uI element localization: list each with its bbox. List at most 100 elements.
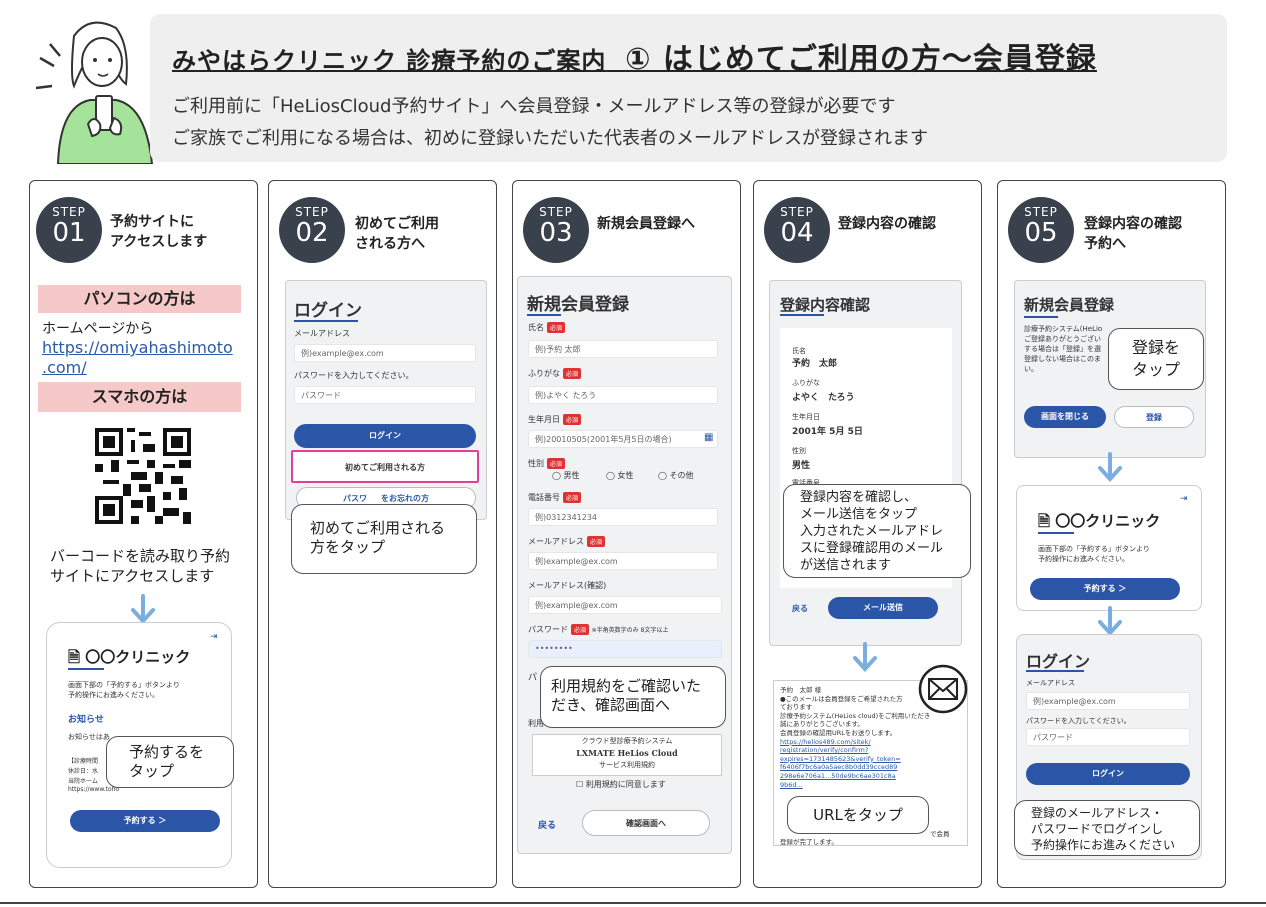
- confirm-underline: [780, 314, 824, 316]
- homepage-url: https://www.toho: [68, 786, 120, 793]
- reserve-button[interactable]: 予約する ＞: [70, 810, 220, 832]
- logout-icon[interactable]: ⇥: [1180, 494, 1188, 504]
- kana-input[interactable]: 例)よやく たろう: [528, 386, 718, 404]
- login-heading: ログイン: [294, 301, 362, 321]
- name-value: 予約 太郎: [792, 359, 838, 369]
- step5-register-callout: 登録を タップ: [1108, 328, 1204, 390]
- first-time-button[interactable]: 初めてご利用される方: [291, 450, 479, 483]
- qr-code[interactable]: [95, 428, 191, 524]
- woman-with-phone-illustration: [35, 21, 154, 164]
- mail-input[interactable]: 例)example@ex.com: [528, 552, 718, 570]
- notice-text: お知らせはあ: [68, 733, 110, 741]
- logout-icon[interactable]: ⇥: [210, 632, 218, 642]
- header-line-2: ご家族でご利用になる場合は、初めに登録いただいた代表者のメールアドレスが登録され…: [172, 128, 928, 149]
- reserve-button[interactable]: 予約する ＞: [1030, 578, 1180, 600]
- password-confirm-label: パ: [528, 673, 538, 683]
- kana-label: ふりがな: [792, 379, 820, 387]
- step4-url-callout: URLをタップ: [787, 796, 929, 834]
- register-button[interactable]: 登録: [1114, 406, 1194, 428]
- mail-label: メールアドレス: [294, 329, 350, 338]
- notice-heading: お知らせ: [68, 715, 104, 725]
- mail-label: メールアドレス 必須: [528, 536, 606, 547]
- clinic-underline: [68, 668, 104, 670]
- mail-label: メールアドレス: [1026, 679, 1075, 687]
- hours-text: 【診療時間: [68, 758, 99, 765]
- page-title: みやはらクリニック 診療予約のご案内 ① はじめてご利用の方～会員登録: [172, 42, 1097, 77]
- mail-confirm-label: メールアドレス(確認): [528, 581, 607, 590]
- arrow-down-icon: [131, 594, 155, 624]
- mail-input[interactable]: 例)example@ex.com: [294, 344, 476, 362]
- register-heading: 新規会員登録: [1024, 296, 1115, 314]
- password-input[interactable]: パスワード: [294, 386, 476, 404]
- confirm-button[interactable]: 確認画面へ: [582, 810, 710, 836]
- step1-title: 予約サイトに アクセスします: [110, 214, 208, 250]
- login-underline: [294, 320, 358, 322]
- sex-female-radio[interactable]: ◯ 女性: [606, 470, 634, 481]
- site-url-line-2[interactable]: .com/: [42, 358, 87, 377]
- password-input[interactable]: パスワード: [1026, 728, 1190, 746]
- holiday-text: 休診日：水: [68, 768, 99, 775]
- login-button[interactable]: ログイン: [1026, 763, 1190, 785]
- back-link[interactable]: 戻る: [538, 818, 556, 831]
- password-input[interactable]: ••••••••: [528, 640, 722, 658]
- email-tail: で会員: [930, 830, 950, 838]
- step3-title: 新規会員登録へ: [597, 216, 695, 232]
- step2-badge: STEP 02: [279, 197, 345, 263]
- login-underline: [1026, 670, 1084, 672]
- envelope-icon: [918, 664, 968, 714]
- register-underline: [1024, 316, 1058, 318]
- kana-value: よやく たろう: [792, 393, 855, 403]
- birth-label: 生年月日 必須: [528, 414, 582, 425]
- step5-badge: STEP 05: [1008, 197, 1074, 263]
- sex-other-radio[interactable]: ◯ その他: [658, 470, 694, 481]
- sex-value: 男性: [792, 461, 811, 471]
- step2-callout: 初めてご利用される 方をタップ: [291, 504, 477, 574]
- step3-callout: 利用規約をご確認いた だき、確認画面へ: [540, 666, 726, 728]
- name-input[interactable]: 例)予約 太郎: [528, 340, 718, 358]
- password-label: パスワードを入力してください。: [294, 371, 414, 380]
- birth-value: 2001年 5月 5日: [792, 427, 863, 437]
- arrow-down-icon: [1098, 606, 1122, 636]
- sex-male-radio[interactable]: ◯ 男性: [552, 470, 580, 481]
- clinic-desc: 画面下部の「予約する」ボタンより 予約操作にお進みください。: [1038, 545, 1150, 563]
- confirm-heading: 登録内容確認: [780, 296, 871, 314]
- step1-badge: STEP 01: [36, 197, 102, 263]
- step4-title: 登録内容の確認: [838, 216, 936, 232]
- arrow-down-icon: [1098, 452, 1122, 482]
- terms-box[interactable]: クラウド型診療予約システム LXMATE HeLios Cloud サービス利用規約: [532, 734, 722, 776]
- email-tail-2: 登録が完了します。: [780, 838, 838, 846]
- pc-text: ホームページから: [42, 321, 154, 337]
- header-line-1: ご利用前に「HeLiosCloud予約サイト」へ会員登録・メールアドレス等の登録…: [172, 96, 896, 117]
- confirm-url[interactable]: https://helios489.com/sitek/ registratio…: [780, 738, 966, 790]
- qr-instruction: バーコードを読み取り予約 サイトにアクセスします: [50, 547, 231, 585]
- homepage-text: 当院ホーム: [68, 778, 98, 785]
- name-label: 氏名 必須: [528, 322, 566, 333]
- sp-heading: スマホの方は: [38, 382, 241, 412]
- step5-login-callout: 登録のメールアドレス・ パスワードでログインし 予約操作にお進みください: [1014, 800, 1200, 856]
- login-button[interactable]: ログイン: [294, 424, 476, 448]
- name-label: 氏名: [792, 347, 806, 355]
- birth-input[interactable]: 例)20010505(2001年5月5日の場合): [528, 430, 718, 448]
- mail-input[interactable]: 例)example@ex.com: [1026, 692, 1190, 710]
- password-label: パスワードを入力してください。: [1026, 717, 1131, 725]
- agree-checkbox[interactable]: ☐ 利用規約に同意します: [576, 779, 666, 790]
- kana-label: ふりがな 必須: [528, 368, 582, 379]
- step2-title: 初めてご利用 される方へ: [355, 216, 439, 252]
- calendar-icon[interactable]: ▦: [704, 432, 713, 443]
- step5-title: 登録内容の確認 予約へ: [1084, 216, 1182, 252]
- step1-callout: 予約するを タップ: [106, 736, 234, 788]
- back-link[interactable]: 戻る: [792, 603, 808, 614]
- close-screen-button[interactable]: 画面を閉じる: [1024, 406, 1106, 428]
- sex-label: 性別 必須: [528, 458, 566, 469]
- bottom-rule: [0, 902, 1266, 904]
- step3-badge: STEP 03: [523, 197, 589, 263]
- mail-confirm-input[interactable]: 例)example@ex.com: [528, 596, 722, 614]
- tel-input[interactable]: 例)0312341234: [528, 508, 718, 526]
- login-heading: ログイン: [1026, 652, 1091, 671]
- password-label: パスワード 必須 ※半角英数字のみ 8文字以上: [528, 624, 669, 635]
- birth-label: 生年月日: [792, 413, 820, 421]
- send-mail-button[interactable]: メール送信: [828, 597, 938, 619]
- site-url-line-1[interactable]: https://omiyahashimoto: [42, 338, 233, 357]
- register-text: 診療予約システム(HeLio ご登録ありがとうござい する場合は「登録」を選 登録しな…: [1024, 325, 1103, 373]
- register-underline: [527, 314, 561, 316]
